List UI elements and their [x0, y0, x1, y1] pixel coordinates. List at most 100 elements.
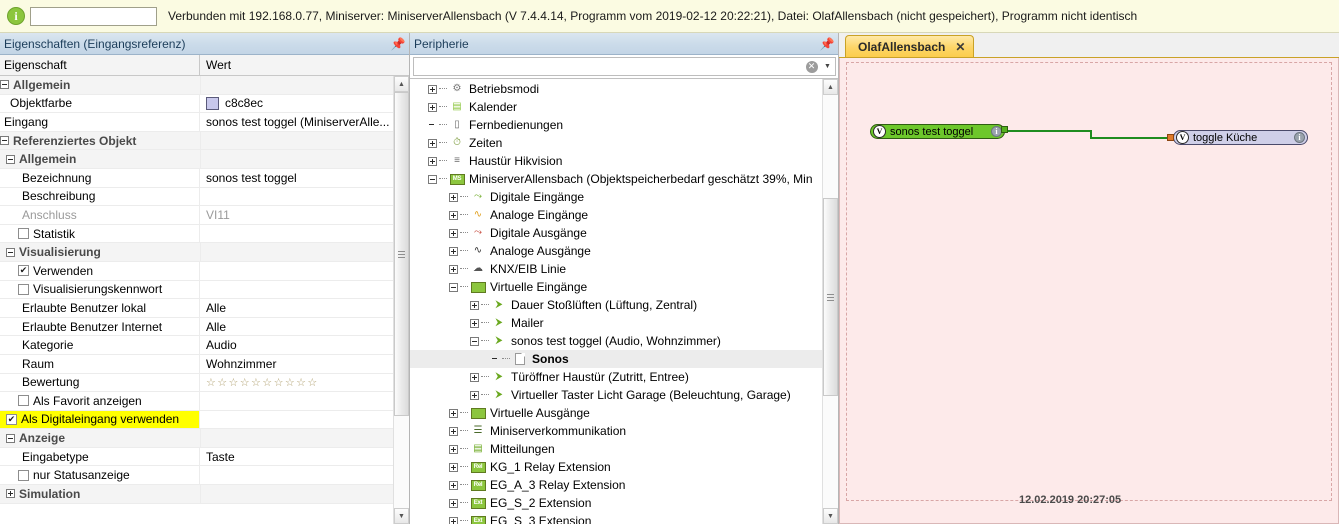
scroll-up-icon[interactable]: ▲ [823, 79, 838, 95]
expand-icon[interactable] [6, 489, 15, 499]
expand-icon[interactable] [449, 480, 458, 490]
chevron-down-icon[interactable]: ▼ [820, 57, 836, 76]
property-value-cell[interactable] [200, 392, 393, 410]
scroll-down-icon[interactable]: ▼ [823, 508, 838, 524]
property-value-cell[interactable] [200, 485, 393, 503]
block-sonos-test-toggel[interactable]: V sonos test toggel i [870, 124, 1005, 139]
tree-node[interactable]: ☁ KNX/EIB Linie [410, 260, 822, 278]
property-row[interactable]: Kategorie Audio [0, 336, 393, 355]
checkbox[interactable] [18, 395, 29, 407]
expand-icon[interactable] [470, 390, 479, 400]
expand-icon[interactable] [449, 264, 458, 274]
expand-icon[interactable] [428, 84, 437, 94]
collapse-icon[interactable] [0, 80, 9, 90]
connection-wire-segment[interactable] [1090, 137, 1169, 139]
pin-icon[interactable]: 📌 [391, 37, 406, 51]
property-row[interactable]: Erlaubte Benutzer lokal Alle [0, 299, 393, 318]
property-row[interactable]: Referenziertes Objekt [0, 131, 393, 151]
property-value-cell[interactable] [200, 188, 393, 206]
collapse-icon[interactable] [6, 154, 15, 164]
expand-icon[interactable] [428, 138, 437, 148]
checkbox[interactable] [18, 283, 29, 295]
tree-node[interactable]: ⮞ Mailer [410, 314, 822, 332]
expand-icon[interactable] [449, 498, 458, 508]
tree-node[interactable]: ⚙ Betriebsmodi [410, 80, 822, 98]
property-row[interactable]: Beschreibung [0, 187, 393, 207]
scroll-down-icon[interactable]: ▼ [394, 508, 409, 524]
tree-node[interactable]: Ext EG_S_3 Extension [410, 512, 822, 524]
tree-node[interactable]: ☰ Miniserverkommunikation [410, 422, 822, 440]
properties-scroll-track[interactable] [394, 92, 409, 508]
tree-node[interactable]: ⏱ Zeiten [410, 134, 822, 152]
checkbox[interactable] [18, 469, 29, 481]
periphery-scrollbar[interactable]: ▲ ▼ [822, 79, 838, 524]
property-value-cell[interactable] [200, 76, 393, 94]
property-row[interactable]: Objektfarbe c8c8ec [0, 94, 393, 114]
block-toggle-kueche[interactable]: V toggle Küche i [1173, 130, 1308, 145]
tree-node[interactable]: Virtuelle Ausgänge [410, 404, 822, 422]
property-row[interactable]: Bewertung ☆☆☆☆☆☆☆☆☆☆ [0, 373, 393, 393]
collapse-icon[interactable] [449, 282, 458, 292]
tree-node[interactable]: Ext EG_S_2 Extension [410, 494, 822, 512]
expand-icon[interactable] [449, 210, 458, 220]
tree-node[interactable]: MS MiniserverAllensbach (Objektspeicherbe… [410, 170, 822, 188]
collapse-icon[interactable] [6, 433, 15, 443]
property-row[interactable]: Allgemein [0, 150, 393, 169]
diagram-canvas[interactable]: V sonos test toggel i V toggle Küche i 1… [839, 58, 1339, 524]
tree-node[interactable]: Rel KG_1 Relay Extension [410, 458, 822, 476]
property-value-cell[interactable]: Audio [200, 336, 393, 354]
tree-node[interactable]: ⮞ Türöffner Haustür (Zutritt, Entree) [410, 368, 822, 386]
input-port[interactable] [1167, 134, 1174, 141]
clear-icon[interactable]: ✕ [803, 57, 820, 76]
info-icon[interactable]: i [1294, 132, 1305, 143]
expand-icon[interactable] [449, 444, 458, 454]
tab-olafallensbach[interactable]: OlafAllensbach ✕ [845, 35, 975, 57]
connection-wire-segment[interactable] [1004, 130, 1092, 132]
periphery-scroll-track[interactable] [823, 95, 838, 508]
status-input[interactable] [30, 6, 157, 26]
tree-node[interactable]: ∿ Analoge Ausgänge [410, 242, 822, 260]
property-row[interactable]: Verwenden [0, 261, 393, 281]
collapse-icon[interactable] [428, 174, 437, 184]
property-value-cell[interactable]: VI11 [200, 206, 393, 224]
expand-icon[interactable] [449, 462, 458, 472]
tree-node[interactable]: ⤳ Digitale Eingänge [410, 188, 822, 206]
expand-icon[interactable] [449, 516, 458, 524]
tree-node[interactable]: Sonos [410, 350, 822, 368]
properties-scrollbar[interactable]: ▲ ▼ [393, 76, 409, 524]
scroll-up-icon[interactable]: ▲ [394, 76, 409, 92]
property-value-cell[interactable]: Alle [200, 318, 393, 336]
properties-scroll-thumb[interactable] [394, 92, 409, 417]
property-value-cell[interactable] [200, 466, 393, 484]
expand-icon[interactable] [428, 102, 437, 112]
expand-icon[interactable] [449, 426, 458, 436]
property-row[interactable]: Als Favorit anzeigen [0, 392, 393, 411]
tree-node[interactable]: ≡ Haustür Hikvision [410, 152, 822, 170]
expand-icon[interactable] [449, 246, 458, 256]
tree-node[interactable]: ▤ Kalender [410, 98, 822, 116]
tree-node[interactable]: ⮞ Dauer Stoßlüften (Lüftung, Zentral) [410, 296, 822, 314]
expand-icon[interactable] [470, 300, 479, 310]
expand-icon[interactable] [449, 408, 458, 418]
property-row[interactable]: Raum Wohnzimmer [0, 354, 393, 374]
checkbox[interactable] [18, 228, 29, 240]
color-swatch[interactable] [206, 96, 219, 110]
tree-node[interactable]: ∿ Analoge Eingänge [410, 206, 822, 224]
checkbox[interactable] [18, 265, 29, 277]
property-value-cell[interactable] [200, 243, 393, 261]
collapse-icon[interactable] [6, 247, 15, 257]
expand-icon[interactable] [449, 192, 458, 202]
property-value-cell[interactable]: Wohnzimmer [200, 355, 393, 373]
tree-node[interactable]: ⮞ Virtueller Taster Licht Garage (Beleuch… [410, 386, 822, 404]
property-value-cell[interactable] [200, 225, 393, 243]
property-value-cell[interactable]: sonos test toggel (MiniserverAlle... [200, 113, 393, 131]
checkbox[interactable] [6, 413, 17, 425]
property-row[interactable]: Visualisierung [0, 243, 393, 262]
pin-icon[interactable]: 📌 [820, 37, 835, 51]
property-row[interactable]: Bezeichnung sonos test toggel [0, 168, 393, 188]
tree-node[interactable]: ⮞ sonos test toggel (Audio, Wohnzimmer) [410, 332, 822, 350]
tree-node[interactable]: Rel EG_A_3 Relay Extension [410, 476, 822, 494]
property-row[interactable]: Eingang sonos test toggel (MiniserverAlle… [0, 113, 393, 132]
output-port[interactable] [1001, 126, 1008, 133]
property-row[interactable]: Anzeige [0, 429, 393, 448]
